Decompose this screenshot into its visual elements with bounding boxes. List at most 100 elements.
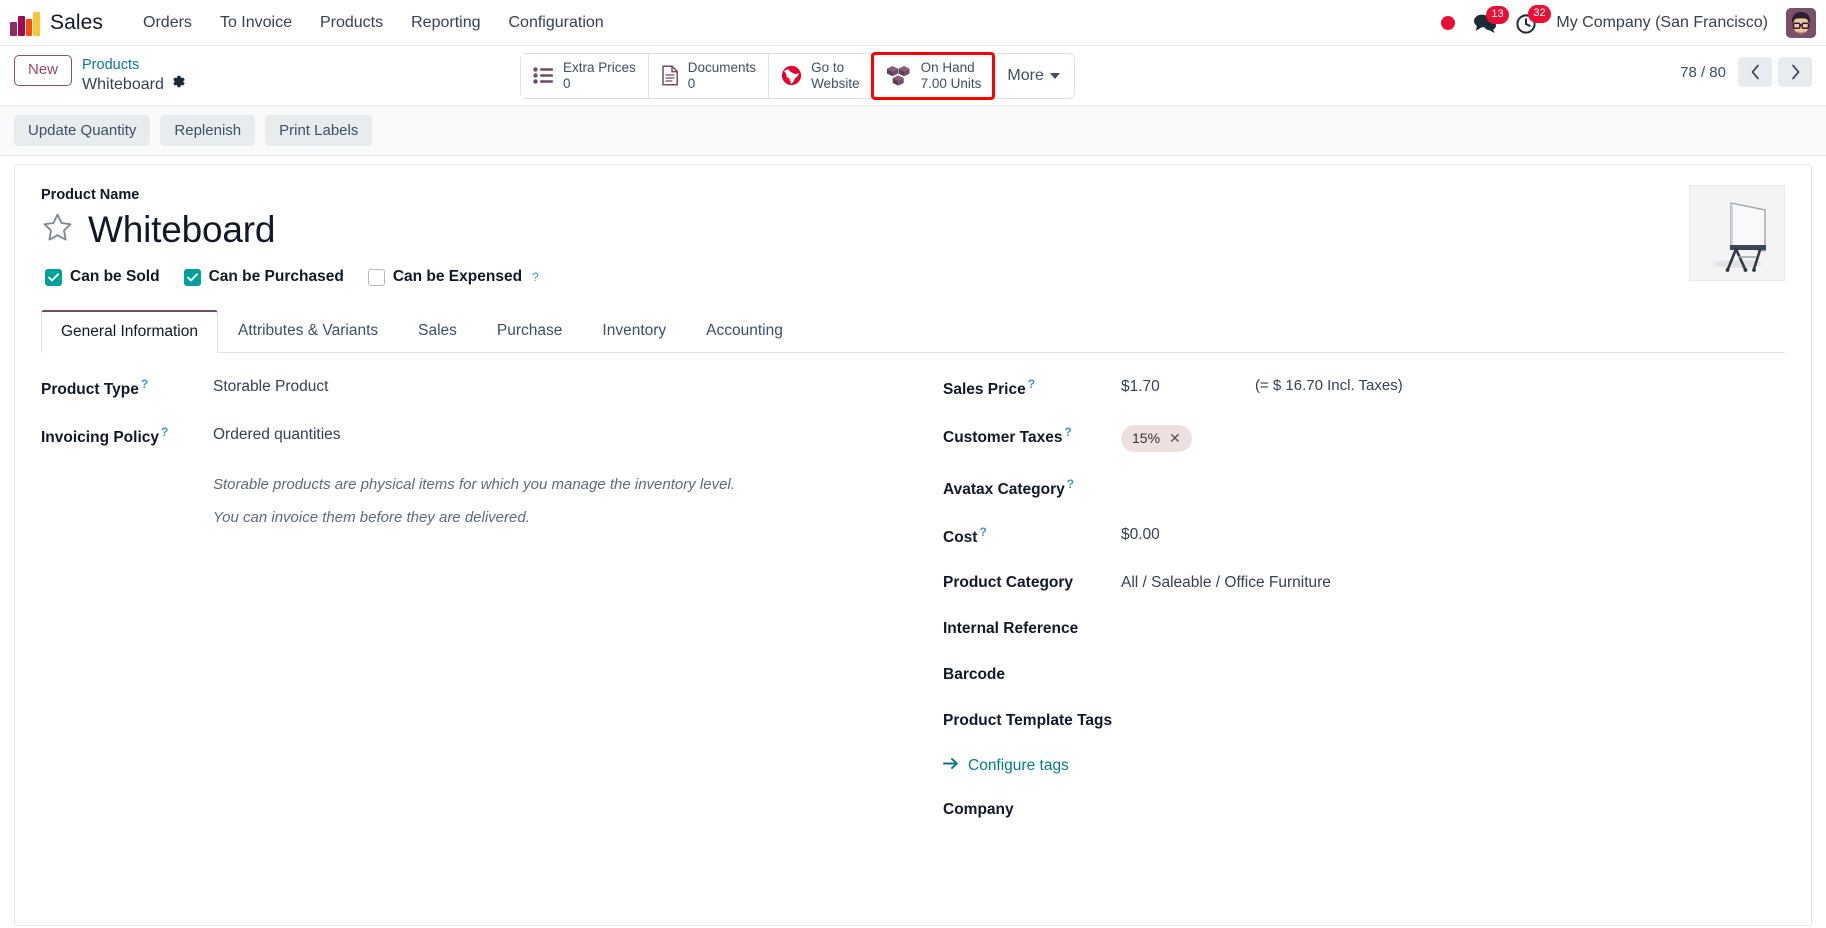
favorite-star-icon[interactable] xyxy=(41,211,74,249)
chevron-left-icon xyxy=(1751,64,1759,80)
notebook-tabs: General Information Attributes & Variant… xyxy=(41,309,1785,354)
field-sales-price-value[interactable]: $1.70 xyxy=(1121,377,1160,397)
page-title[interactable]: Whiteboard xyxy=(88,209,275,251)
tab-purchase[interactable]: Purchase xyxy=(477,310,582,353)
checkbox-can-be-expensed-box[interactable] xyxy=(367,268,385,286)
tab-general-information[interactable]: General Information xyxy=(41,310,218,354)
stat-value-go-to-website: Website xyxy=(811,75,860,91)
pager-previous-button[interactable] xyxy=(1738,57,1772,87)
nav-item-orders[interactable]: Orders xyxy=(129,8,206,38)
product-flags-group: Can be Sold Can be Purchased Can be Expe… xyxy=(41,268,1785,286)
field-customer-taxes-label: Customer Taxes? xyxy=(943,425,1072,447)
product-title-row: Whiteboard xyxy=(41,209,1785,251)
tab-accounting[interactable]: Accounting xyxy=(686,310,803,353)
field-product-template-tags-label: Product Template Tags xyxy=(943,712,1113,730)
more-label: More xyxy=(1007,66,1044,84)
nav-item-products[interactable]: Products xyxy=(306,8,397,38)
app-name[interactable]: Sales xyxy=(50,11,103,35)
checkbox-can-be-sold-box[interactable] xyxy=(45,268,62,286)
stat-label-documents: Documents xyxy=(687,60,757,75)
field-internal-reference: Internal Reference xyxy=(943,619,1745,640)
checkbox-can-be-sold-label: Can be Sold xyxy=(70,268,160,286)
document-icon xyxy=(662,65,678,86)
messages-button[interactable]: 13 xyxy=(1473,5,1509,34)
pager: 78 / 80 xyxy=(1680,57,1812,87)
nav-item-reporting[interactable]: Reporting xyxy=(397,8,494,38)
stat-label-on-hand: On Hand xyxy=(920,60,975,75)
chevron-right-icon xyxy=(1791,64,1799,80)
avatar[interactable] xyxy=(1786,8,1816,38)
gear-icon[interactable] xyxy=(171,74,186,95)
messages-badge: 13 xyxy=(1486,5,1509,24)
stat-button-extra-prices[interactable]: Extra Prices 0 xyxy=(521,54,649,98)
field-customer-taxes: Customer Taxes? 15% ✕ xyxy=(943,425,1745,452)
configure-tags-link[interactable]: Configure tags xyxy=(943,757,1745,775)
checkbox-can-be-purchased-box[interactable] xyxy=(183,268,201,286)
stat-button-on-hand[interactable]: On Hand 7.00 Units xyxy=(870,52,996,100)
form-column-left: Product Type? Storable Product Invoicing… xyxy=(41,377,913,846)
tab-sales[interactable]: Sales xyxy=(398,310,477,353)
help-icon[interactable]: ? xyxy=(1067,477,1074,491)
breadcrumb-products-link[interactable]: Products xyxy=(82,56,186,74)
field-product-type-value[interactable]: Storable Product xyxy=(213,377,328,397)
field-internal-reference-label: Internal Reference xyxy=(943,620,1079,638)
field-product-category-value[interactable]: All / Saleable / Office Furniture xyxy=(1121,573,1331,593)
field-invoicing-policy-value[interactable]: Ordered quantities xyxy=(213,425,341,445)
stat-button-group: Extra Prices 0 Documents 0 Go to Website… xyxy=(520,52,1075,100)
help-icon[interactable]: ? xyxy=(161,425,168,439)
help-icon[interactable]: ? xyxy=(1064,425,1071,439)
odoo-logo-icon[interactable] xyxy=(10,10,40,36)
tab-inventory[interactable]: Inventory xyxy=(582,310,686,353)
pager-count: 78 / 80 xyxy=(1680,63,1726,81)
product-name-label: Product Name xyxy=(41,187,140,204)
new-button[interactable]: New xyxy=(14,55,73,86)
field-product-type: Product Type? Storable Product xyxy=(41,377,873,400)
pager-next-button[interactable] xyxy=(1778,57,1812,87)
globe-icon xyxy=(781,66,802,86)
product-type-note-1: Storable products are physical items for… xyxy=(213,475,735,493)
breadcrumb-current: Whiteboard xyxy=(82,74,186,95)
company-switcher[interactable]: My Company (San Francisco) xyxy=(1556,14,1768,32)
more-dropdown-button[interactable]: More xyxy=(993,54,1073,98)
help-icon[interactable]: ? xyxy=(141,377,148,391)
stat-value-extra-prices: 0 xyxy=(563,75,571,91)
nav-item-configuration[interactable]: Configuration xyxy=(495,8,618,38)
sales-price-incl-taxes: (= $ 16.70 Incl. Taxes) xyxy=(1255,377,1403,395)
form-columns: Product Type? Storable Product Invoicing… xyxy=(41,377,1785,846)
tax-tag-label: 15% xyxy=(1132,430,1161,447)
stat-value-documents: 0 xyxy=(687,75,696,91)
checkbox-can-be-expensed-label: Can be Expensed xyxy=(392,268,523,286)
boxes-icon xyxy=(886,65,910,86)
field-customer-taxes-value[interactable]: 15% ✕ xyxy=(1121,425,1192,452)
breadcrumb-current-label: Whiteboard xyxy=(82,75,164,93)
stat-button-documents[interactable]: Documents 0 xyxy=(648,54,770,98)
field-product-template-tags: Product Template Tags xyxy=(943,711,1745,732)
activities-button[interactable]: 32 xyxy=(1515,4,1551,35)
field-sales-price: Sales Price? $1.70 (= $ 16.70 Incl. Taxe… xyxy=(943,377,1745,400)
stat-label-go-to-website: Go to xyxy=(811,60,845,75)
checkbox-can-be-purchased[interactable]: Can be Purchased xyxy=(183,268,344,286)
checkbox-can-be-expensed[interactable]: Can be Expensed ? xyxy=(367,268,539,286)
checkbox-can-be-sold[interactable]: Can be Sold xyxy=(45,268,160,286)
checkbox-can-be-purchased-label: Can be Purchased xyxy=(208,268,344,286)
help-icon[interactable]: ? xyxy=(979,525,986,539)
field-cost-value[interactable]: $0.00 xyxy=(1121,525,1160,545)
replenish-button[interactable]: Replenish xyxy=(160,115,256,147)
close-icon[interactable]: ✕ xyxy=(1169,429,1181,447)
help-icon[interactable]: ? xyxy=(1028,377,1035,391)
help-icon[interactable]: ? xyxy=(532,270,539,284)
stat-value-on-hand: 7.00 Units xyxy=(920,75,982,91)
field-company: Company xyxy=(943,800,1745,821)
field-invoicing-policy: Invoicing Policy? Ordered quantities xyxy=(41,425,873,448)
field-product-category: Product Category All / Saleable / Office… xyxy=(943,573,1745,594)
nav-item-to-invoice[interactable]: To Invoice xyxy=(206,8,306,38)
product-image[interactable] xyxy=(1689,185,1785,282)
tab-attributes-variants[interactable]: Attributes & Variants xyxy=(218,310,398,353)
stat-button-go-to-website[interactable]: Go to Website xyxy=(769,54,873,98)
update-quantity-button[interactable]: Update Quantity xyxy=(14,115,151,147)
form-column-right: Sales Price? $1.70 (= $ 16.70 Incl. Taxe… xyxy=(913,377,1785,846)
field-invoicing-policy-label: Invoicing Policy? xyxy=(41,425,169,447)
print-labels-button[interactable]: Print Labels xyxy=(265,115,373,147)
list-icon xyxy=(533,67,553,85)
tax-tag[interactable]: 15% ✕ xyxy=(1121,425,1192,452)
